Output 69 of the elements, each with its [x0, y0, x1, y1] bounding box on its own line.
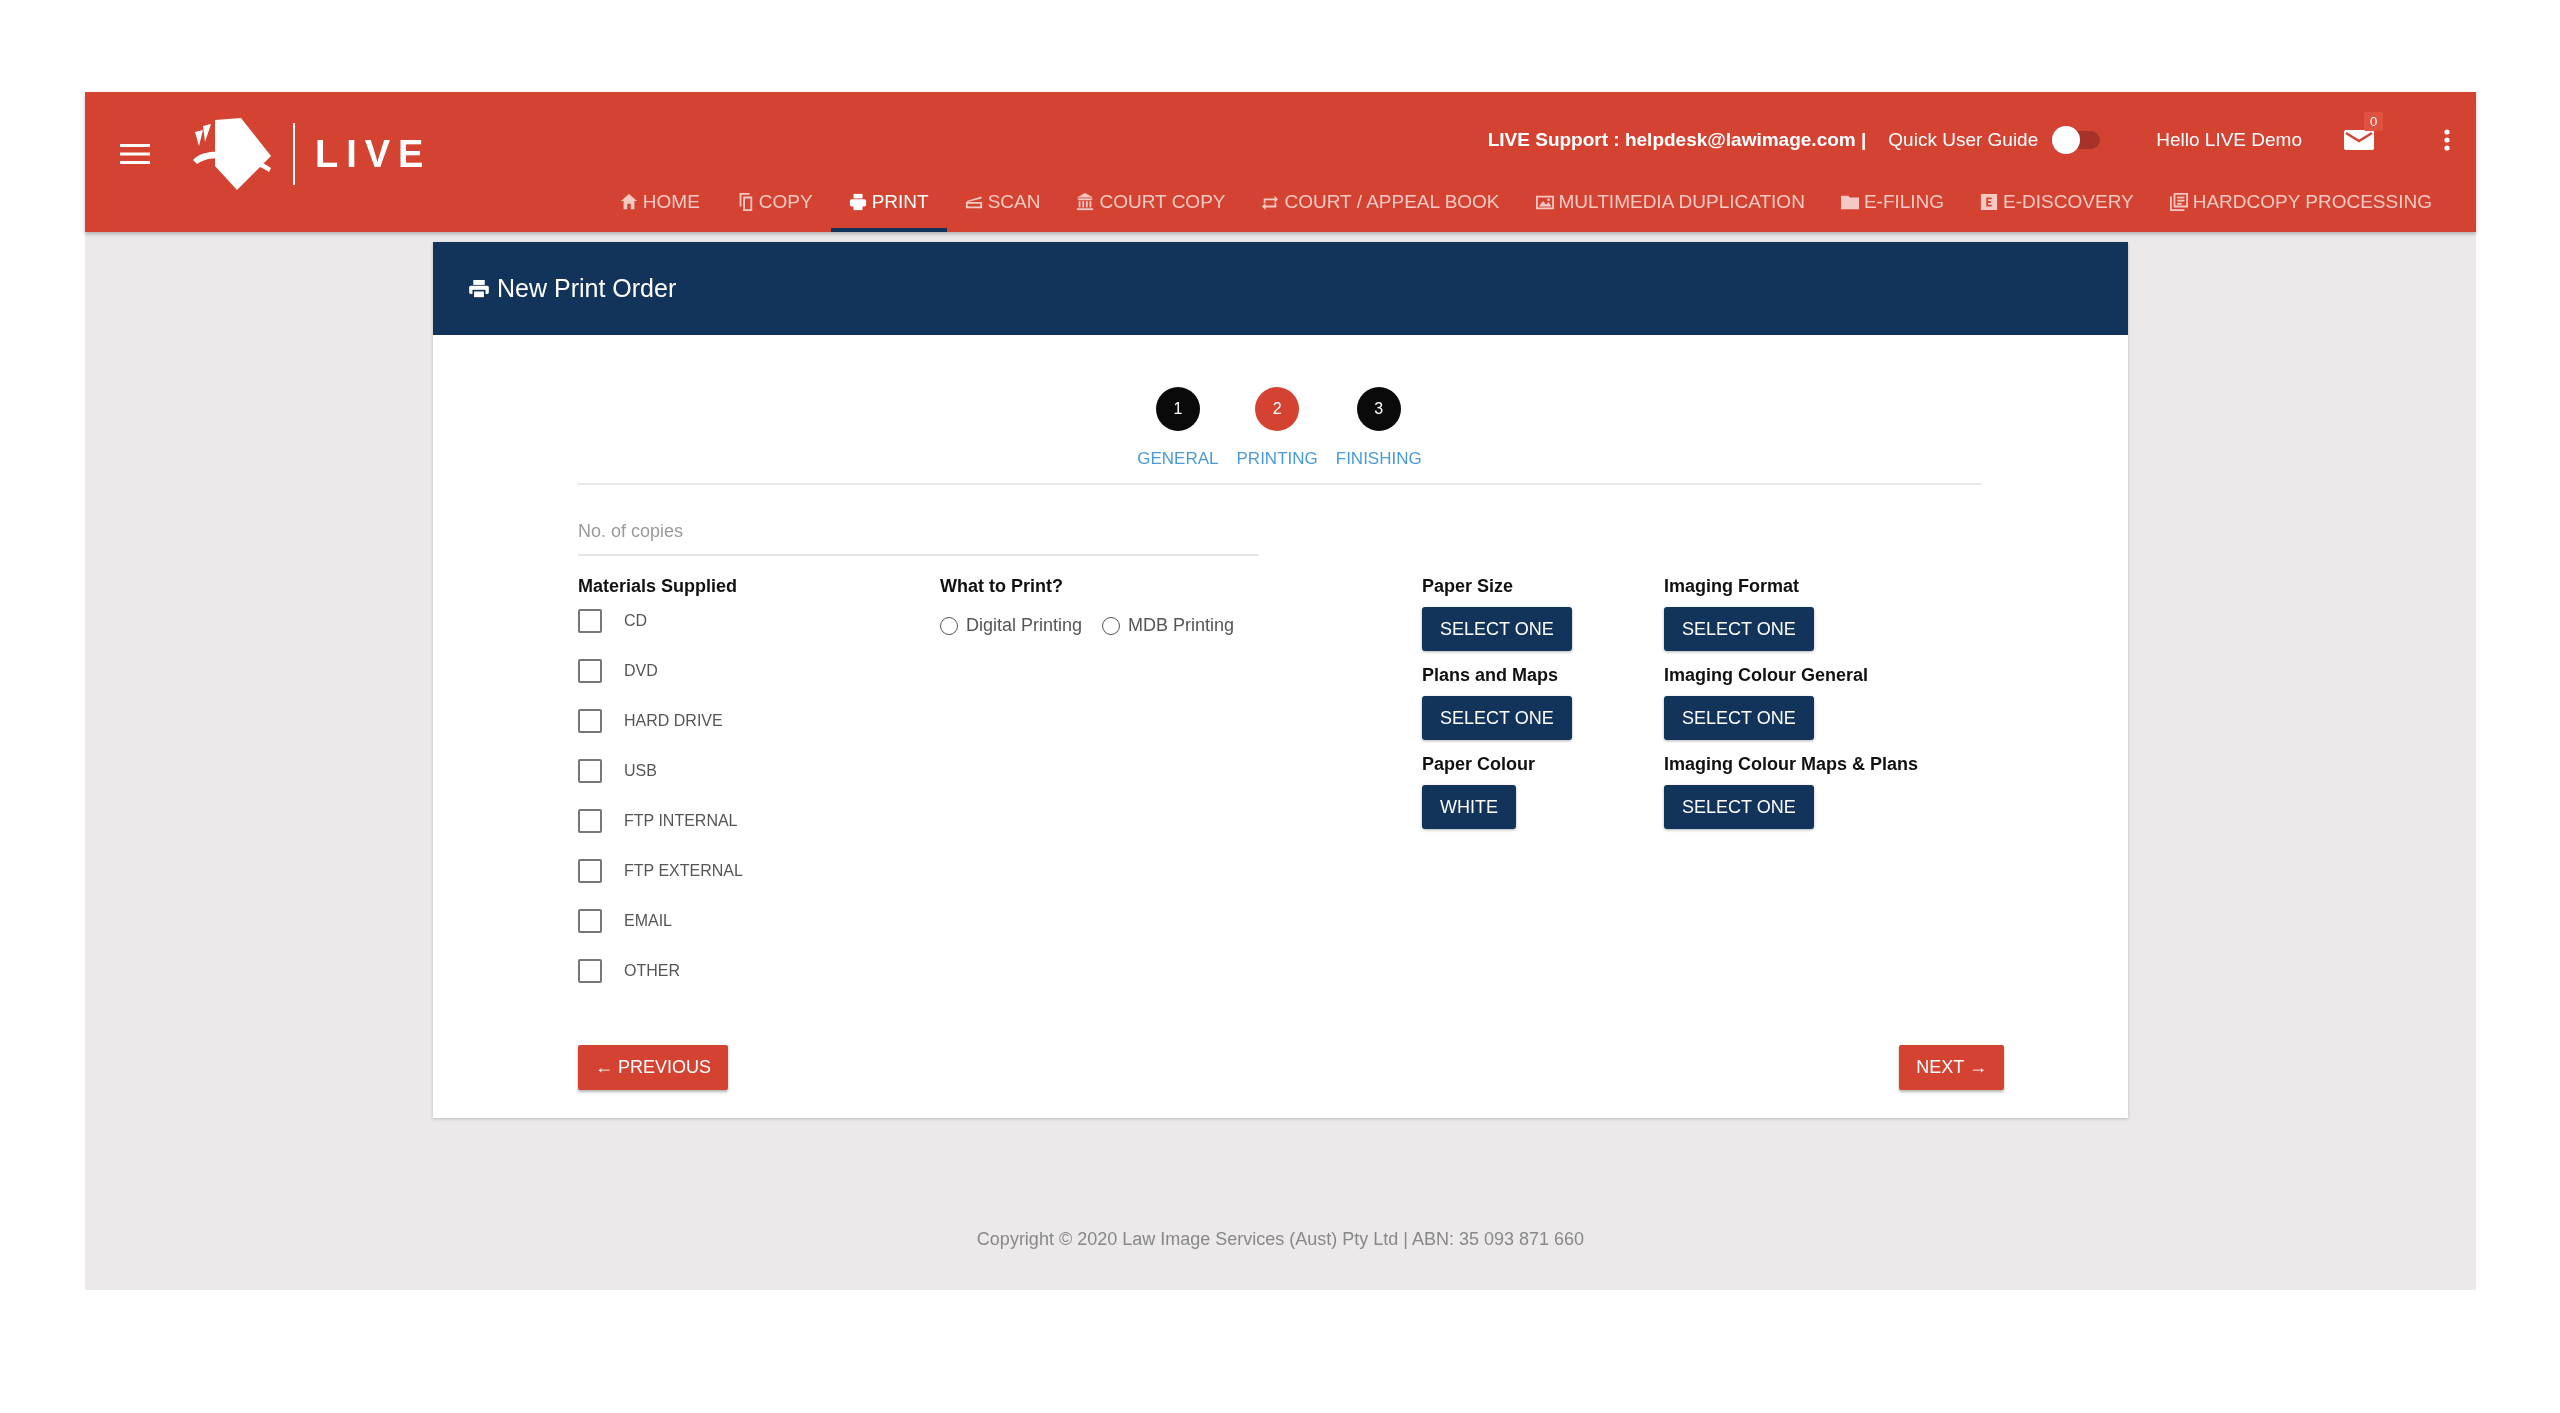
step-number[interactable]: 3 — [1356, 387, 1401, 431]
checkbox-label: FTP EXTERNAL — [624, 861, 743, 880]
checkbox[interactable] — [578, 658, 602, 683]
step-label[interactable]: FINISHING — [1335, 449, 1422, 469]
step-label[interactable]: PRINTING — [1236, 449, 1318, 469]
radio-label: MDB Printing — [1128, 615, 1235, 636]
select-dropdown-button[interactable]: SELECT ONE — [1664, 696, 1814, 740]
checkbox[interactable] — [578, 758, 602, 783]
checkbox-label: OTHER — [624, 961, 680, 980]
nav-tab[interactable]: E-DISCOVERY — [1962, 176, 2152, 232]
copies-input[interactable]: No. of copies — [578, 521, 1259, 556]
step-label[interactable]: GENERAL — [1137, 449, 1219, 469]
checkbox-label: CD — [624, 611, 648, 630]
checkbox-label: DVD — [624, 661, 658, 680]
select-dropdown-button[interactable]: SELECT ONE — [1664, 607, 1814, 651]
select-dropdown-button[interactable]: SELECT ONE — [1422, 696, 1572, 740]
next-button[interactable]: NEXT → — [1899, 1045, 2004, 1090]
checkbox[interactable] — [578, 858, 602, 883]
more-options-icon[interactable] — [2444, 129, 2450, 151]
printer-icon — [469, 279, 489, 298]
support-contact-text: LIVE Support : helpdesk@lawimage.com | — [1487, 129, 1867, 151]
checkbox-label: USB — [624, 761, 657, 780]
letter-e-icon — [1980, 193, 1999, 211]
nav-tab[interactable]: SCAN — [946, 176, 1059, 232]
nav-tab[interactable]: HARDCOPY PROCESSING — [2151, 176, 2450, 232]
building-icon — [1076, 193, 1095, 211]
field-label: Imaging Colour Maps & Plans — [1664, 754, 1919, 775]
nav-tab[interactable]: COURT COPY — [1058, 176, 1244, 232]
nav-tab[interactable]: COURT / APPEAL BOOK — [1243, 176, 1518, 232]
field-label: Paper Colour — [1422, 754, 1536, 775]
radio-label: Digital Printing — [966, 615, 1083, 636]
notification-badge: 0 — [2364, 112, 2384, 131]
checkbox[interactable] — [578, 708, 602, 733]
select-dropdown-button[interactable]: WHITE — [1422, 785, 1516, 829]
checkbox-label: FTP INTERNAL — [624, 811, 738, 830]
select-dropdown-button[interactable]: SELECT ONE — [1664, 785, 1814, 829]
image-icon — [1535, 193, 1554, 211]
field-label: Imaging Colour General — [1664, 665, 1869, 686]
checkbox[interactable] — [578, 608, 602, 633]
nav-tab[interactable]: HOME — [601, 176, 718, 232]
nav-tab[interactable]: E-FILING — [1822, 176, 1963, 232]
checkbox[interactable] — [578, 808, 602, 833]
checkbox-label: HARD DRIVE — [624, 711, 723, 730]
menu-icon[interactable] — [120, 143, 150, 165]
nav-tab[interactable]: MULTIMEDIA DUPLICATION — [1517, 176, 1823, 232]
card-title: New Print Order — [497, 274, 677, 303]
checkbox-label: EMAIL — [624, 911, 672, 930]
nav-tab[interactable]: PRINT — [830, 176, 947, 232]
field-label: Plans and Maps — [1422, 665, 1559, 686]
user-greeting[interactable]: Hello LIVE Demo — [2156, 129, 2302, 151]
field-label: Imaging Format — [1664, 576, 1799, 597]
section-heading: Materials Supplied — [578, 576, 739, 597]
previous-button[interactable]: ← PREVIOUS — [578, 1045, 729, 1090]
printer-icon — [848, 193, 867, 211]
folder-icon — [1840, 193, 1859, 211]
select-dropdown-button[interactable]: SELECT ONE — [1422, 607, 1572, 651]
copyright-text: Copyright © 2020 Law Image Services (Aust) Pty Ltd | ABN: 35 093 871 660 — [976, 1229, 1585, 1249]
document-stack-icon — [2169, 193, 2188, 211]
step-number[interactable]: 2 — [1255, 387, 1300, 431]
checkbox[interactable] — [578, 908, 602, 933]
field-label: Paper Size — [1422, 576, 1514, 597]
quick-guide-label: Quick User Guide — [1888, 129, 2039, 151]
checkbox[interactable] — [578, 958, 602, 983]
logo-text: LIVE — [315, 132, 432, 176]
step-number[interactable]: 1 — [1155, 387, 1200, 431]
section-heading: What to Print? — [940, 576, 1064, 597]
home-icon — [619, 193, 638, 211]
mail-icon[interactable] — [2344, 128, 2374, 152]
nav-tab[interactable]: COPY — [717, 176, 831, 232]
